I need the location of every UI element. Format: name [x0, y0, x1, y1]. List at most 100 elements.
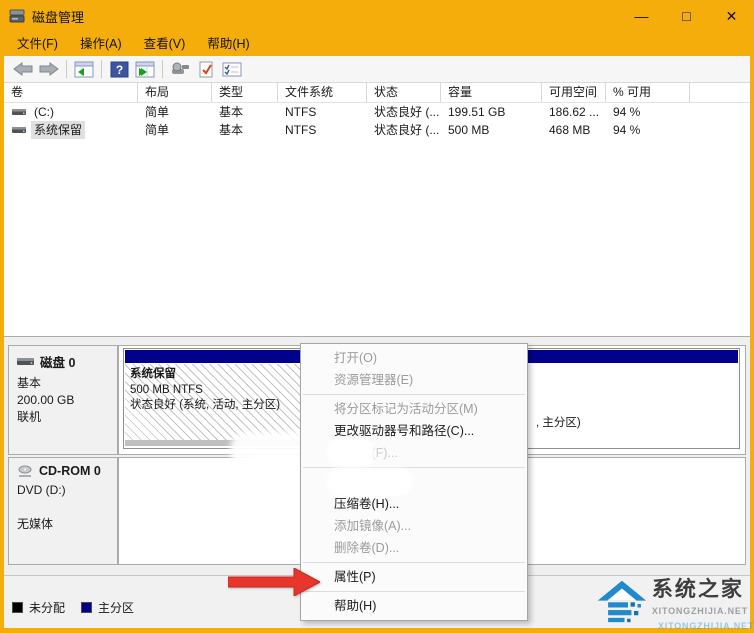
watermark-domain: XITONGZHIJIA.NET [652, 606, 748, 616]
menu-separator [303, 591, 525, 592]
cd-rom-icon [17, 465, 33, 478]
show-list-view-icon [74, 61, 94, 78]
disk-tool-button[interactable] [167, 57, 193, 81]
legend-swatch-unallocated [12, 602, 23, 613]
column-header-0[interactable]: 卷 [4, 83, 138, 102]
volume-table-body: (C:) 简单基本NTFS状态良好 (...199.51 GB186.62 ...… [4, 103, 750, 139]
volume-list-panel: 卷布局类型文件系统状态容量可用空间% 可用 (C:) 简单基本NTFS状态良好 (… [4, 83, 750, 337]
menu-item-explorer[interactable]: 资源管理器(E) [301, 369, 527, 391]
column-header-7[interactable]: % 可用 [606, 83, 690, 102]
menu-item-add-mirror[interactable]: 添加镜像(A)... [301, 515, 527, 537]
checklist-icon [222, 61, 242, 78]
menu-item-shrink-volume[interactable]: 压缩卷(H)... [301, 493, 527, 515]
partition-title: 系统保留 [130, 367, 296, 383]
column-header-5[interactable]: 容量 [441, 83, 542, 102]
app-icon [9, 9, 25, 23]
volume-name-label: (C:) [31, 103, 57, 121]
partition-context-menu: 打开(O)资源管理器(E) 将分区标记为活动分区(M)更改驱动器号和路径(C)..… [300, 343, 528, 621]
column-header-6[interactable]: 可用空间 [542, 83, 606, 102]
menu-item-change-drive-letter[interactable]: 更改驱动器号和路径(C)... [301, 420, 527, 442]
close-button[interactable]: ✕ [709, 0, 754, 32]
partition-status: 状态良好 (系统, 活动, 主分区) [130, 398, 296, 414]
watermark-ghost-text: XITONGZHIJIA.NET [658, 621, 754, 631]
column-header-4[interactable]: 状态 [367, 83, 441, 102]
window-title: 磁盘管理 [32, 7, 84, 26]
maximize-button[interactable]: □ [664, 0, 709, 32]
show-list-view-button[interactable] [71, 57, 97, 81]
cdrom0-name: CD-ROM 0 [39, 464, 101, 478]
cdrom0-media-status: 无媒体 [17, 516, 117, 533]
disk0-status: 联机 [17, 409, 117, 426]
back-button[interactable] [10, 57, 36, 81]
partition-color-bar [125, 350, 301, 363]
menu-item-mark-partition-active[interactable]: 将分区标记为活动分区(M) [301, 398, 527, 420]
partition-size: 500 MB NTFS [130, 383, 296, 399]
volume-cell: 94 % [606, 121, 690, 139]
hard-disk-icon [17, 357, 34, 366]
volume-table-header: 卷布局类型文件系统状态容量可用空间% 可用 [4, 83, 750, 103]
toolbar-separator [162, 60, 163, 78]
volume-cell: NTFS [278, 121, 367, 139]
volume-cell: 状态良好 (... [367, 121, 441, 139]
menu-item-extend-volume[interactable]: 扩展卷(X)... [301, 471, 527, 493]
legend-item-primary-partition: 主分区 [81, 587, 134, 628]
menu-item-format[interactable]: 格式化(F)... [301, 442, 527, 464]
show-graph-view-button[interactable] [132, 57, 158, 81]
menu-item-help[interactable]: 帮助(H) [301, 595, 527, 617]
volume-cell: 500 MB [441, 121, 542, 139]
menu-item-open[interactable]: 打开(O) [301, 347, 527, 369]
disk0-name: 磁盘 0 [40, 352, 75, 371]
toolbar-separator [101, 60, 102, 78]
disk0-header[interactable]: 磁盘 0 基本 200.00 GB 联机 [8, 345, 118, 455]
volume-drive-icon [12, 126, 26, 134]
smudge-mark [331, 472, 409, 492]
red-arrow-annotation [228, 568, 320, 596]
menu-item-delete-volume[interactable]: 删除卷(D)... [301, 537, 527, 559]
help-icon: ? [110, 61, 129, 78]
volume-row-1[interactable]: 系统保留简单基本NTFS状态良好 (...500 MB468 MB94 % [4, 121, 750, 139]
partition-c-status-fragment: , 主分区) [536, 414, 581, 430]
cdrom0-drive: DVD (D:) [17, 482, 117, 499]
volume-cell: 186.62 ... [542, 103, 606, 121]
legend-swatch-primary-partition [81, 602, 92, 613]
forward-button[interactable] [36, 57, 62, 81]
toolbar-separator [66, 60, 67, 78]
minimize-button[interactable]: — [619, 0, 664, 32]
volume-cell: 简单 [138, 103, 212, 121]
volume-cell: 468 MB [542, 121, 606, 139]
disk0-kind: 基本 [17, 375, 117, 392]
menu-separator [303, 562, 525, 563]
column-header-2[interactable]: 类型 [212, 83, 278, 102]
menubar-item-view[interactable]: 查看(V) [133, 32, 197, 56]
volume-name-cell: (C:) [4, 103, 138, 121]
column-header-3[interactable]: 文件系统 [278, 83, 367, 102]
watermark-title: 系统之家 [652, 577, 748, 603]
forward-icon [39, 61, 59, 77]
checklist-button[interactable] [219, 57, 245, 81]
volume-name-label: 系统保留 [31, 121, 85, 139]
check-document-icon [197, 61, 215, 78]
menubar-item-help[interactable]: 帮助(H) [196, 32, 260, 56]
menubar-item-file[interactable]: 文件(F) [6, 32, 69, 56]
menu-item-properties[interactable]: 属性(P) [301, 566, 527, 588]
column-header-1[interactable]: 布局 [138, 83, 212, 102]
volume-cell: 简单 [138, 121, 212, 139]
menu-separator [303, 467, 525, 468]
cdrom0-header[interactable]: CD-ROM 0 DVD (D:) 无媒体 [8, 457, 118, 565]
volume-drive-icon [12, 108, 26, 116]
disk0-size: 200.00 GB [17, 392, 117, 409]
menu-bar: 文件(F)操作(A)查看(V)帮助(H) [0, 32, 754, 56]
title-bar: 磁盘管理 — □ ✕ [0, 0, 754, 32]
partition-system-reserved[interactable]: 系统保留 500 MB NTFS 状态良好 (系统, 活动, 主分区) [123, 348, 303, 449]
legend-label: 主分区 [98, 599, 134, 616]
help-button[interactable]: ? [106, 57, 132, 81]
menubar-item-action[interactable]: 操作(A) [69, 32, 133, 56]
volume-cell: 基本 [212, 103, 278, 121]
volume-cell: 199.51 GB [441, 103, 542, 121]
watermark-house-logo [596, 577, 648, 625]
volume-cell: NTFS [278, 103, 367, 121]
volume-row-0[interactable]: (C:)简单基本NTFS状态良好 (...199.51 GB186.62 ...… [4, 103, 750, 121]
disk-tool-icon [170, 61, 190, 77]
toolbar: ? [4, 56, 750, 83]
check-document-button[interactable] [193, 57, 219, 81]
